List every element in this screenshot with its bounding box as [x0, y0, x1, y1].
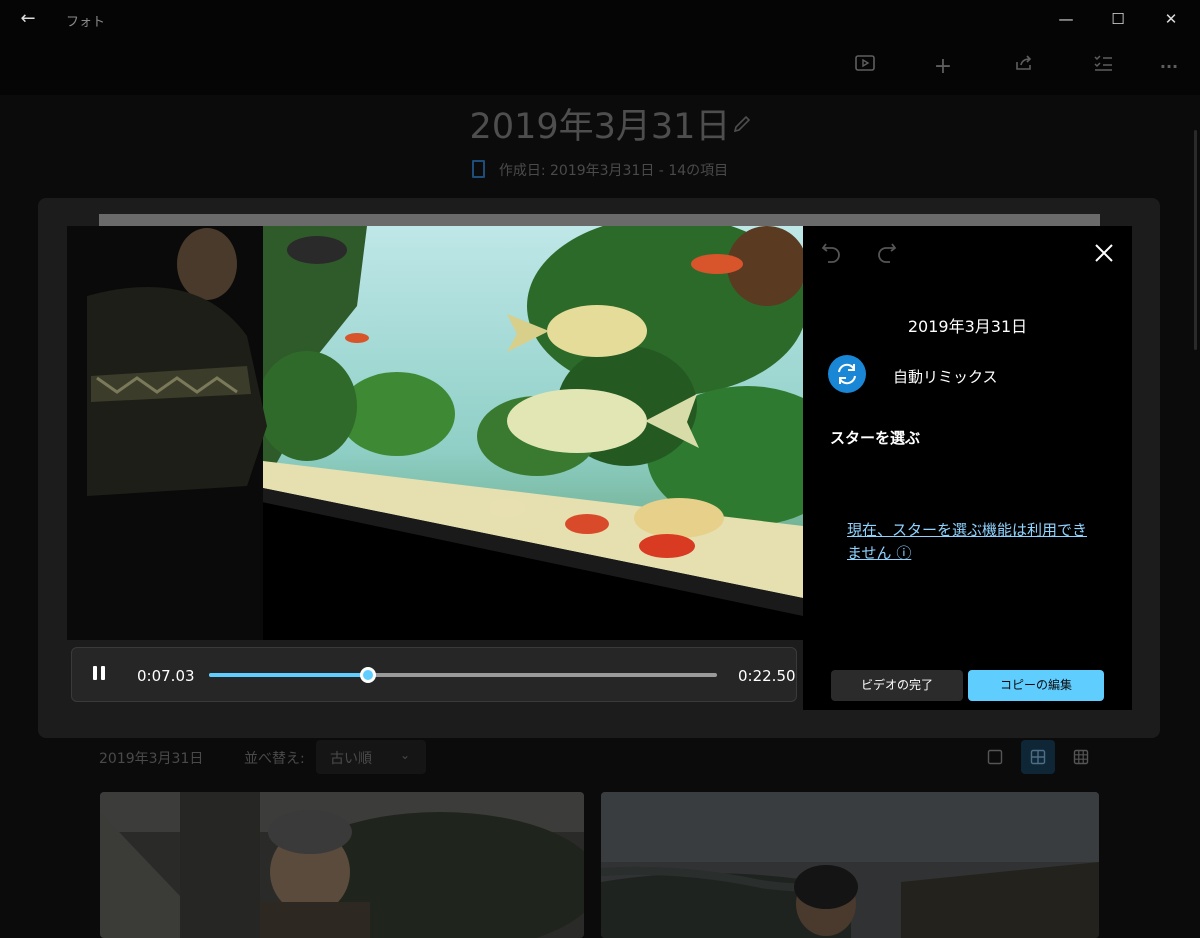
share-icon[interactable]: [1010, 54, 1038, 80]
close-window-button[interactable]: ✕: [1148, 6, 1194, 32]
gallery-date: 2019年3月31日: [99, 751, 204, 767]
view-large-button[interactable]: [978, 740, 1012, 774]
chevron-down-icon: ⌄: [400, 748, 411, 762]
photo-thumbnail[interactable]: [601, 792, 1099, 938]
album-meta: 作成日: 2019年3月31日 - 14の項目: [0, 160, 1200, 180]
finish-video-button[interactable]: ビデオの完了: [831, 670, 963, 701]
edit-title-icon[interactable]: [732, 114, 752, 139]
page-title: 2019年3月31日: [469, 107, 731, 147]
minimize-button[interactable]: —: [1043, 6, 1089, 32]
more-icon[interactable]: ···: [1155, 54, 1183, 80]
title-bar: [0, 0, 1200, 38]
pause-button[interactable]: [92, 664, 110, 686]
back-button[interactable]: ←: [14, 8, 42, 30]
panel-date: 2019年3月31日: [907, 317, 1028, 336]
close-icon[interactable]: [1094, 243, 1114, 263]
photo-thumbnail[interactable]: [100, 792, 584, 938]
current-time: 0:07.03: [137, 667, 195, 685]
star-heading: スターを選ぶ: [830, 429, 921, 447]
background-image-strip: [99, 214, 1100, 226]
edit-copy-button[interactable]: コピーの編集: [968, 670, 1104, 701]
app-title: フォト: [66, 15, 106, 30]
remix-icon[interactable]: [828, 355, 866, 393]
sort-value: 古い順: [330, 751, 372, 767]
add-icon[interactable]: +: [929, 54, 957, 80]
total-time: 0:22.50: [738, 667, 796, 685]
album-meta-text: 作成日: 2019年3月31日 - 14の項目: [498, 163, 729, 179]
video-preview[interactable]: [67, 226, 803, 640]
seek-progress: [209, 673, 368, 677]
slideshow-icon[interactable]: [851, 54, 879, 80]
star-unavailable-link[interactable]: 現在、スターを選ぶ機能は利用できません ⓘ: [847, 519, 1097, 565]
select-icon[interactable]: [1089, 54, 1117, 80]
seek-thumb[interactable]: [359, 667, 376, 683]
sort-label: 並べ替え:: [244, 751, 305, 767]
view-medium-button[interactable]: [1021, 740, 1055, 774]
redo-icon[interactable]: [874, 240, 898, 266]
view-small-button[interactable]: [1064, 740, 1098, 774]
maximize-button[interactable]: ☐: [1095, 6, 1141, 32]
album-icon: [471, 160, 485, 178]
undo-icon[interactable]: [820, 240, 844, 266]
scrollbar[interactable]: [1194, 130, 1197, 350]
remix-label[interactable]: 自動リミックス: [893, 366, 998, 387]
editor-side-panel: [803, 226, 1132, 710]
